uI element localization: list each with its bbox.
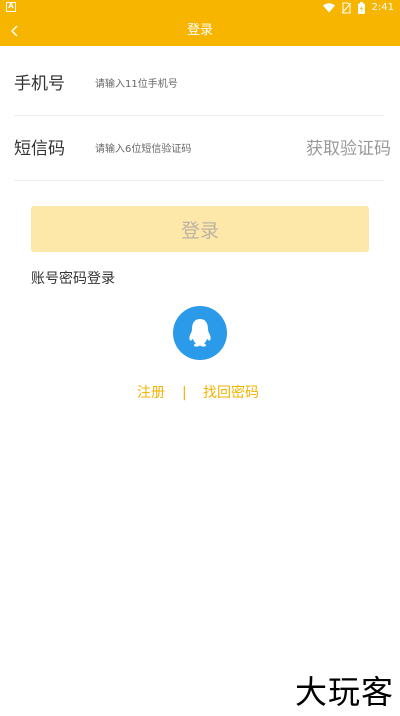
notification-badge-text: A xyxy=(8,2,14,10)
sms-code-label: 短信码 xyxy=(14,139,65,159)
register-link[interactable]: 注册 xyxy=(137,382,165,404)
app-bar: 登录 xyxy=(0,16,400,46)
watermark: 大玩客 xyxy=(294,673,394,711)
qq-penguin-icon xyxy=(189,319,211,347)
sms-code-input[interactable] xyxy=(95,137,265,161)
get-code-button[interactable]: 获取验证码 xyxy=(306,117,391,181)
phone-input[interactable] xyxy=(95,72,275,96)
sms-code-row: 短信码 获取验证码 xyxy=(14,117,391,181)
battery-icon xyxy=(357,2,365,14)
qq-login-button[interactable] xyxy=(173,306,227,360)
app-notification-icon: A xyxy=(6,2,16,12)
status-bar: A 2:41 xyxy=(0,0,400,16)
status-time: 2:41 xyxy=(371,2,394,13)
bottom-links: 注册 | 找回密码 xyxy=(0,382,400,404)
status-icons: 2:41 xyxy=(322,1,394,15)
phone-label: 手机号 xyxy=(14,74,65,94)
forgot-password-link[interactable]: 找回密码 xyxy=(203,382,259,404)
no-sim-icon xyxy=(341,2,351,14)
link-separator: | xyxy=(182,385,187,401)
account-password-login-link[interactable]: 账号密码登录 xyxy=(31,268,115,290)
page-title: 登录 xyxy=(186,23,213,38)
wifi-icon xyxy=(322,3,335,13)
login-button[interactable]: 登录 xyxy=(31,206,369,252)
phone-row: 手机号 xyxy=(14,52,384,116)
